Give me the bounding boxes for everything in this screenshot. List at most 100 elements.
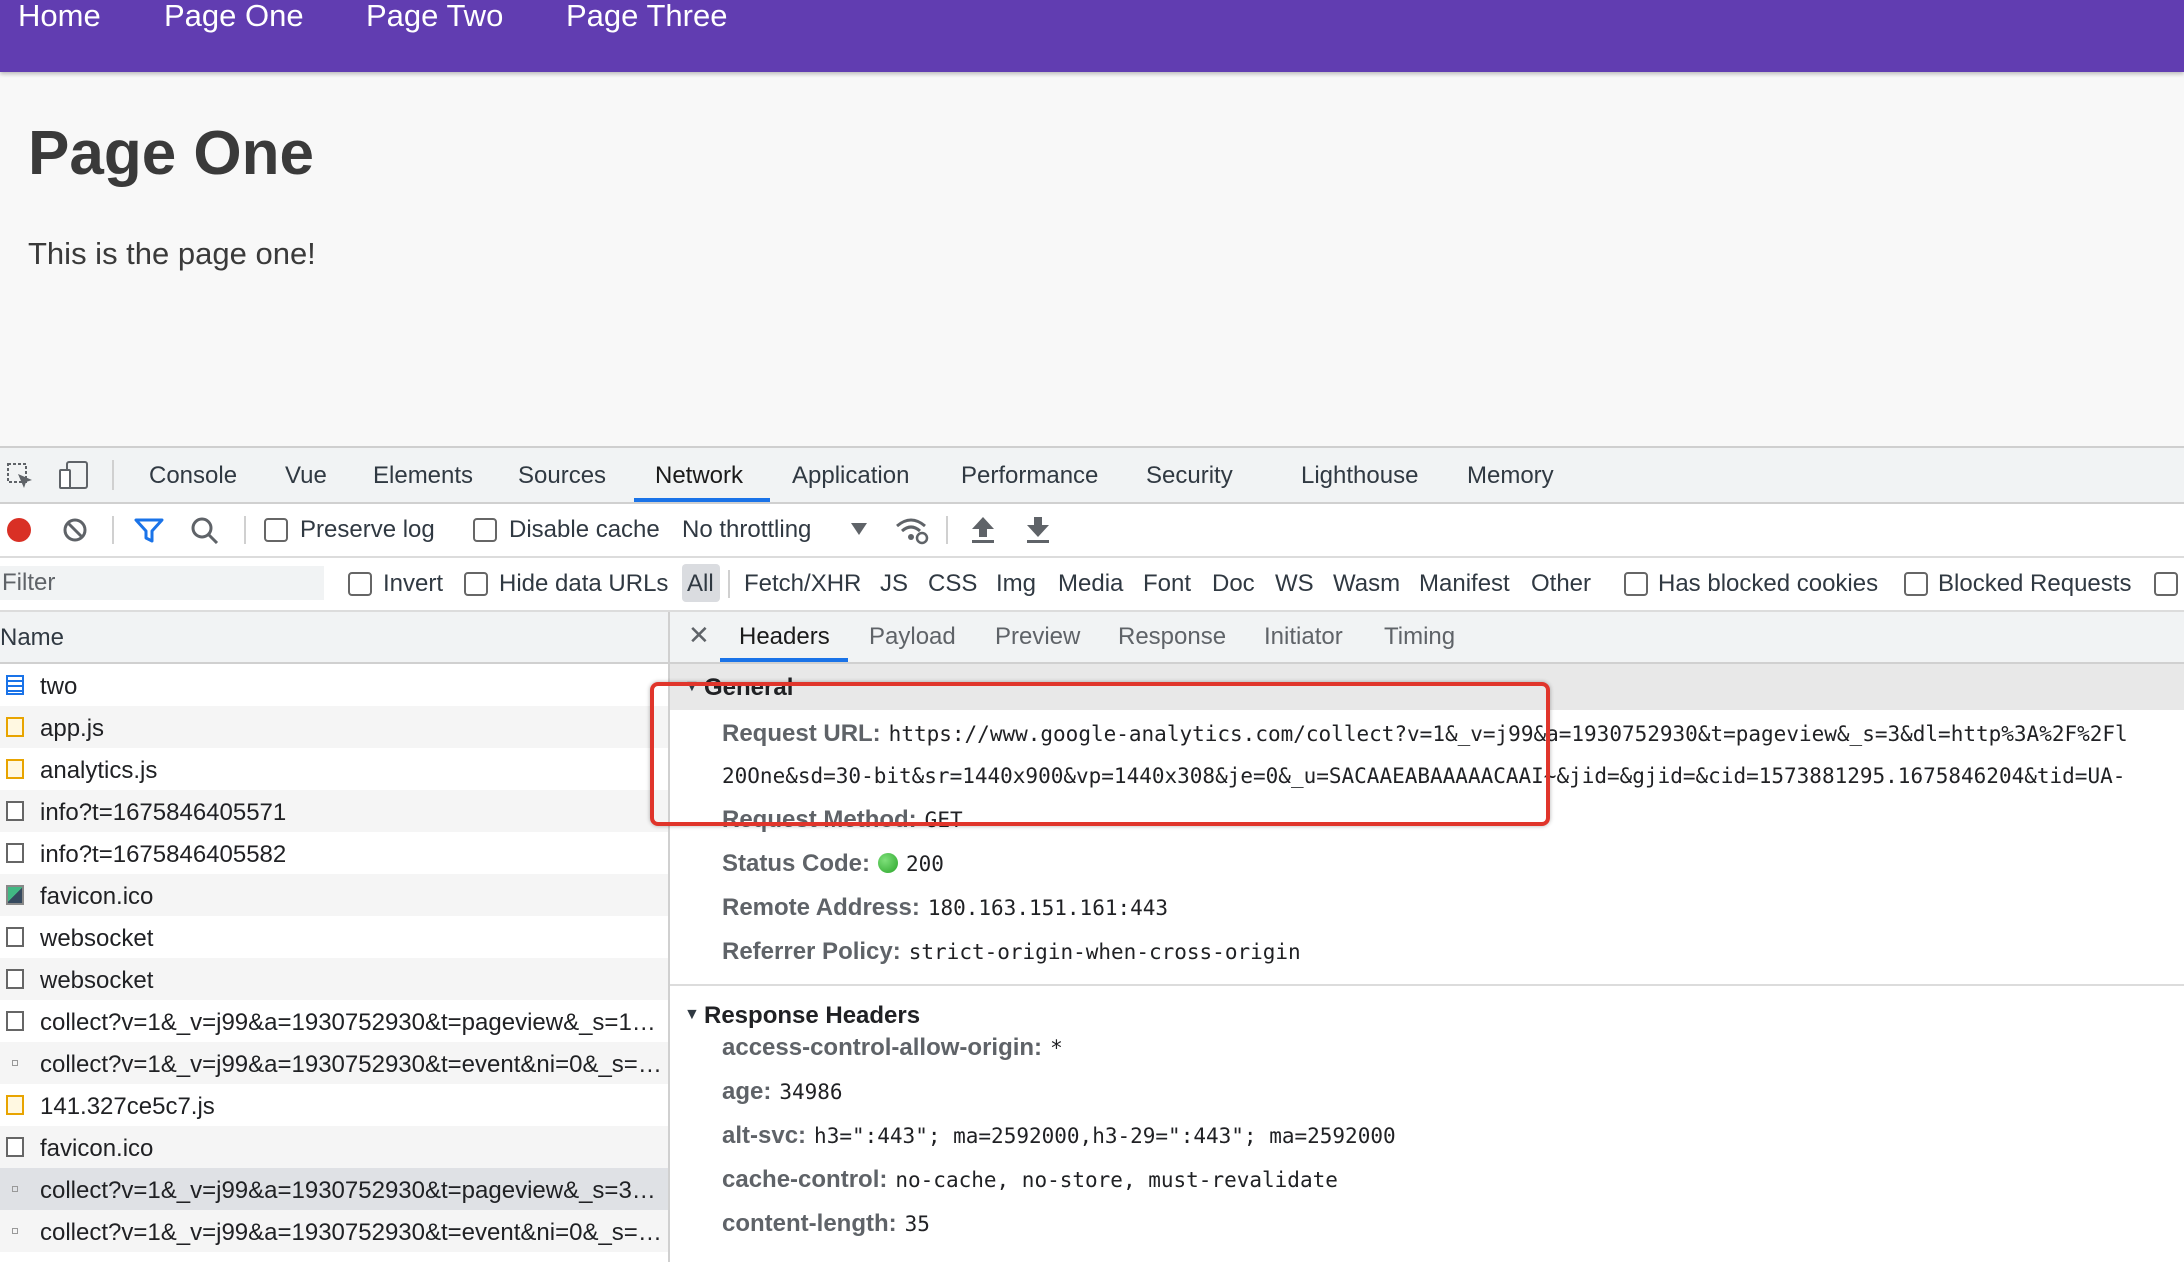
request-name: collect?v=1&_v=j99&a=1930752930&t=pagevi…: [40, 1177, 662, 1204]
devtools-tabbar: Console Vue Elements Sources Network App…: [0, 448, 2184, 504]
request-row[interactable]: websocket: [0, 958, 668, 1000]
request-row[interactable]: collect?v=1&_v=j99&a=1930752930&t=pagevi…: [0, 1000, 668, 1042]
header-key: cache-control:: [722, 1166, 888, 1193]
tab-elements[interactable]: Elements: [373, 462, 473, 490]
divider: [112, 516, 114, 544]
tab-vue[interactable]: Vue: [285, 462, 327, 490]
tab-preview[interactable]: Preview: [995, 623, 1080, 651]
filter-type-wasm[interactable]: Wasm: [1333, 570, 1400, 598]
tab-console[interactable]: Console: [149, 462, 237, 490]
vue-logo-icon: [6, 885, 24, 905]
header-key: age:: [722, 1078, 772, 1105]
remote-address-label: Remote Address:: [722, 894, 920, 921]
remote-address-row: Remote Address: 180.163.151.161:443: [722, 894, 1168, 922]
blank-file-icon: [6, 969, 24, 989]
nav-link-home[interactable]: Home: [18, 0, 101, 32]
request-row[interactable]: collect?v=1&_v=j99&a=1930752930&t=pagevi…: [0, 1168, 668, 1210]
request-list: Name two app.js analytics.js info?t=1675846…: [0, 612, 670, 1262]
close-icon[interactable]: ✕: [688, 620, 710, 651]
request-row[interactable]: favicon.ico: [0, 874, 668, 916]
tab-network[interactable]: Network: [655, 462, 743, 490]
nav-link-page-one[interactable]: Page One: [164, 0, 304, 32]
request-row[interactable]: two: [0, 664, 668, 706]
chevron-down-icon[interactable]: [850, 522, 868, 541]
filter-type-manifest[interactable]: Manifest: [1419, 570, 1510, 598]
tab-payload[interactable]: Payload: [869, 623, 956, 651]
filter-type-img[interactable]: Img: [996, 570, 1036, 598]
network-toolbar: Preserve log Disable cache No throttling: [0, 504, 2184, 558]
request-row[interactable]: collect?v=1&_v=j99&a=1930752930&t=event&…: [0, 1210, 668, 1252]
header-value: 34986: [779, 1080, 843, 1104]
request-row[interactable]: 141.327ce5c7.js: [0, 1084, 668, 1126]
status-code-value: 200: [906, 852, 944, 876]
filter-type-css[interactable]: CSS: [928, 570, 977, 598]
request-name: info?t=1675846405571: [40, 799, 287, 826]
request-row[interactable]: collect?v=1&_v=j99&a=1930752930&t=event&…: [0, 1042, 668, 1084]
page-text: This is the page one!: [28, 236, 316, 271]
divider: [946, 516, 948, 544]
filter-type-fetch-xhr[interactable]: Fetch/XHR: [744, 570, 861, 598]
response-headers-section-header[interactable]: ▼ Response Headers: [670, 992, 2184, 1038]
app-navbar: Home Page One Page Two Page Three: [0, 0, 2184, 72]
remote-address-value: 180.163.151.161:443: [927, 896, 1169, 920]
filter-type-other[interactable]: Other: [1531, 570, 1591, 598]
tab-security[interactable]: Security: [1146, 462, 1233, 490]
nav-link-page-three[interactable]: Page Three: [566, 0, 727, 32]
hide-data-urls-checkbox[interactable]: [464, 572, 488, 596]
has-blocked-cookies-label: Has blocked cookies: [1658, 570, 1879, 597]
has-blocked-cookies-checkbox[interactable]: [1624, 572, 1648, 596]
device-toolbar-icon[interactable]: [58, 460, 90, 495]
blocked-requests-checkbox[interactable]: [1904, 572, 1928, 596]
invert-label: Invert: [383, 570, 444, 597]
tab-response[interactable]: Response: [1118, 623, 1226, 651]
clear-icon[interactable]: [62, 517, 88, 548]
filter-type-doc[interactable]: Doc: [1212, 570, 1255, 598]
request-row[interactable]: websocket: [0, 916, 668, 958]
tab-memory[interactable]: Memory: [1467, 462, 1554, 490]
section-divider: [670, 984, 2184, 986]
header-value: no-cache, no-store, must-revalidate: [895, 1168, 1338, 1192]
script-icon: [6, 1095, 24, 1115]
request-name: app.js: [40, 715, 105, 742]
tab-application[interactable]: Application: [792, 462, 909, 490]
import-har-icon[interactable]: [970, 515, 996, 550]
filter-icon[interactable]: [134, 517, 164, 548]
response-header-row: age: 34986: [722, 1078, 843, 1106]
tab-timing[interactable]: Timing: [1384, 623, 1455, 651]
nav-link-page-two[interactable]: Page Two: [366, 0, 503, 32]
column-header-name[interactable]: Name: [0, 624, 64, 652]
request-row[interactable]: favicon.ico: [0, 1126, 668, 1168]
request-row[interactable]: info?t=1675846405582: [0, 832, 668, 874]
inspect-element-icon[interactable]: [6, 462, 36, 495]
invert-checkbox[interactable]: [348, 572, 372, 596]
pixel-icon: [12, 1060, 18, 1066]
filter-type-ws[interactable]: WS: [1275, 570, 1314, 598]
throttling-select[interactable]: No throttling: [682, 516, 811, 544]
filter-input[interactable]: Filter: [0, 566, 324, 600]
request-row[interactable]: analytics.js: [0, 748, 668, 790]
tab-performance[interactable]: Performance: [961, 462, 1098, 490]
export-har-icon[interactable]: [1025, 515, 1051, 550]
tab-headers[interactable]: Headers: [739, 623, 830, 651]
filter-type-js[interactable]: JS: [880, 570, 908, 598]
request-name: collect?v=1&_v=j99&a=1930752930&t=event&…: [40, 1051, 662, 1078]
filter-type-font[interactable]: Font: [1143, 570, 1191, 598]
record-icon[interactable]: [6, 517, 32, 548]
disable-cache-checkbox[interactable]: [473, 518, 497, 542]
network-conditions-icon[interactable]: [894, 514, 930, 551]
tab-lighthouse[interactable]: Lighthouse: [1301, 462, 1418, 490]
disable-cache-label: Disable cache: [509, 516, 660, 543]
page-title: Page One: [28, 119, 314, 188]
filter-type-all[interactable]: All: [687, 570, 714, 598]
preserve-log-checkbox[interactable]: [264, 518, 288, 542]
filter-type-media[interactable]: Media: [1058, 570, 1123, 598]
tab-sources[interactable]: Sources: [518, 462, 606, 490]
response-header-row: content-length: 35: [722, 1210, 930, 1238]
request-name: two: [40, 673, 78, 700]
third-party-checkbox[interactable]: [2154, 572, 2178, 596]
network-filter-bar: Filter Invert Hide data URLs All Fetch/X…: [0, 558, 2184, 612]
search-icon[interactable]: [190, 516, 220, 549]
tab-initiator[interactable]: Initiator: [1264, 623, 1343, 651]
request-row[interactable]: app.js: [0, 706, 668, 748]
request-row[interactable]: info?t=1675846405571: [0, 790, 668, 832]
